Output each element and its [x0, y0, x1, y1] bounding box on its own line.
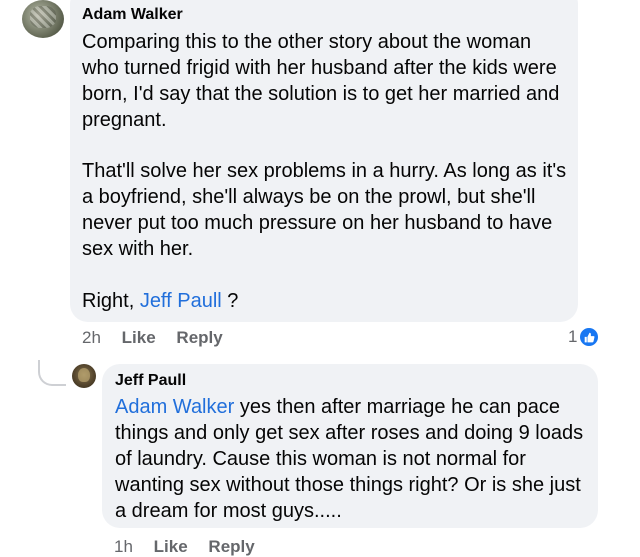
avatar-jeff-paull[interactable] — [72, 364, 96, 388]
reply-button[interactable]: Reply — [176, 328, 222, 347]
reply-actions: 1h Like Reply — [114, 537, 271, 557]
reaction-summary[interactable]: 1 — [568, 327, 600, 347]
reply-timestamp[interactable]: 1h — [114, 537, 133, 556]
reply-reply-button[interactable]: Reply — [208, 537, 254, 556]
reply-author-name[interactable]: Jeff Paull — [115, 372, 186, 390]
reply-thread-connector — [38, 360, 66, 386]
comment-paragraph-3: Right, Jeff Paull ? — [82, 288, 572, 314]
comment-paragraph-1: Comparing this to the other story about … — [82, 31, 560, 131]
comment-timestamp[interactable]: 2h — [82, 328, 101, 347]
thumbs-up-icon — [579, 327, 600, 347]
reply-text: Adam Walker yes then after marriage he c… — [115, 394, 595, 524]
like-button[interactable]: Like — [122, 328, 156, 347]
reaction-count: 1 — [568, 327, 578, 346]
comment-paragraph-2: That'll solve her sex problems in a hurr… — [82, 160, 567, 260]
comment-author-name[interactable]: Adam Walker — [82, 6, 183, 24]
comment-text-suffix: ? — [221, 290, 239, 312]
comment-text-prefix: Right, — [82, 290, 140, 312]
mention-jeff-paull[interactable]: Jeff Paull — [140, 290, 222, 312]
reply-like-button[interactable]: Like — [154, 537, 188, 556]
mention-adam-walker[interactable]: Adam Walker — [115, 396, 234, 418]
avatar-adam-walker[interactable] — [22, 0, 64, 38]
comment-actions: 2h Like Reply — [82, 328, 239, 348]
